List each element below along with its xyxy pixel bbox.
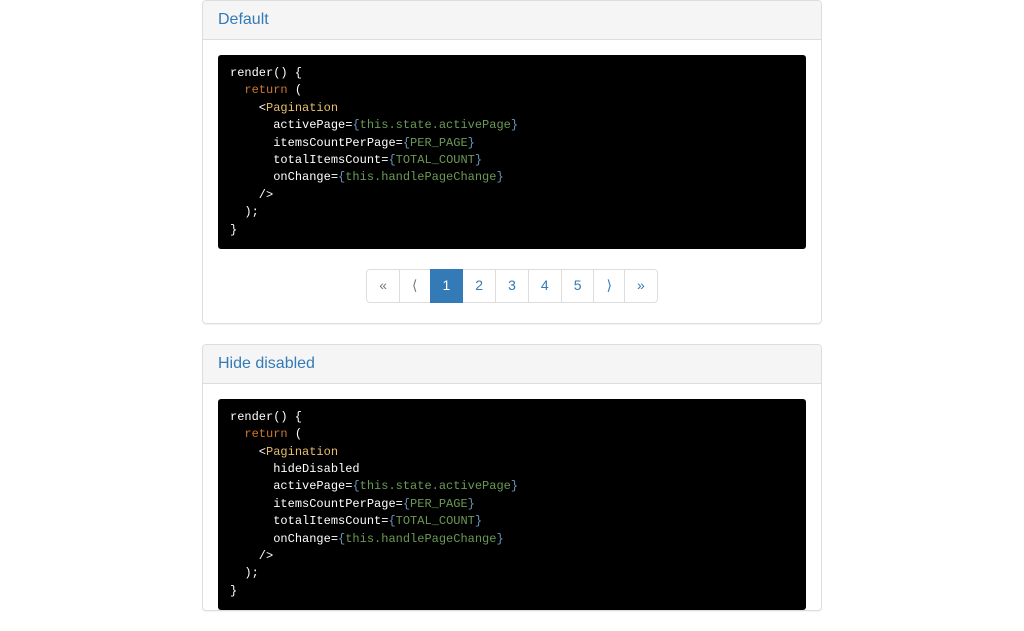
page-last[interactable]: » [624, 269, 658, 303]
code-block-hide-disabled: render() { return ( <Pagination hideDisa… [218, 399, 806, 610]
panel-heading-hide-disabled: Hide disabled [203, 345, 821, 384]
page-4[interactable]: 4 [528, 269, 562, 303]
page-3[interactable]: 3 [495, 269, 529, 303]
main-container: Default render() { return ( <Pagination … [202, 0, 822, 611]
page-2[interactable]: 2 [462, 269, 496, 303]
page-next[interactable]: ⟩ [593, 269, 624, 303]
page-first[interactable]: « [366, 269, 400, 303]
code-block-default: render() { return ( <Pagination activePa… [218, 55, 806, 249]
panel-body-hide-disabled: render() { return ( <Pagination hideDisa… [203, 384, 821, 610]
panel-body-default: render() { return ( <Pagination activePa… [203, 40, 821, 323]
pagination-default: « ⟨ 1 2 3 4 5 ⟩ » [218, 269, 806, 303]
page-5[interactable]: 5 [561, 269, 595, 303]
panel-heading-default: Default [203, 1, 821, 40]
panel-hide-disabled: Hide disabled render() { return ( <Pagin… [202, 344, 822, 611]
panel-default: Default render() { return ( <Pagination … [202, 0, 822, 324]
page-prev[interactable]: ⟨ [399, 269, 430, 303]
page-1[interactable]: 1 [430, 269, 464, 303]
